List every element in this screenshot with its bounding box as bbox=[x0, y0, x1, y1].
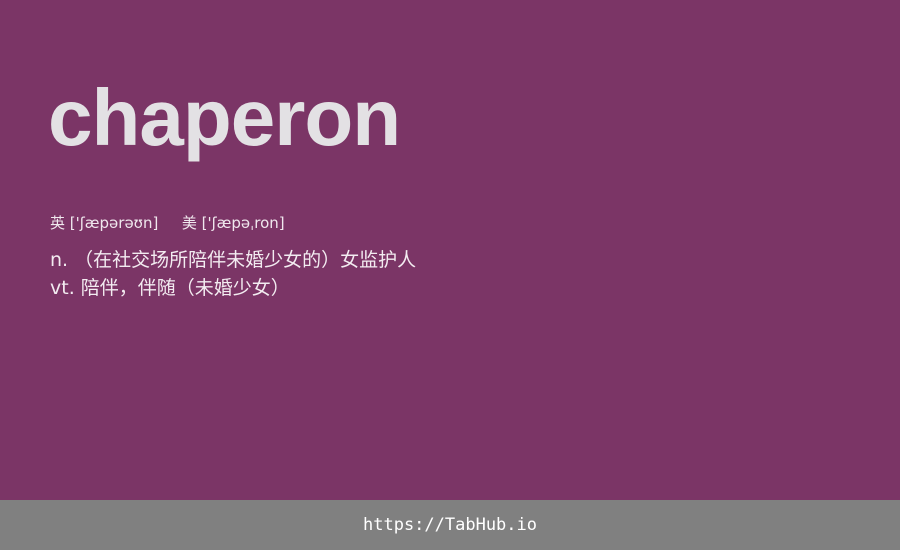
definition-line: vt. 陪伴，伴随（未婚少女） bbox=[50, 277, 290, 299]
uk-phonetic-label: 英 bbox=[50, 214, 66, 232]
headword: chaperon bbox=[48, 73, 401, 162]
footer-link[interactable]: https://TabHub.io bbox=[363, 515, 537, 535]
us-phonetic: ['ʃæpəˌron] bbox=[201, 214, 285, 232]
definitions: n. （在社交场所陪伴未婚少女的）女监护人 vt. 陪伴，伴随（未婚少女） bbox=[50, 246, 416, 302]
definition-line: n. （在社交场所陪伴未婚少女的）女监护人 bbox=[50, 249, 417, 271]
word-card: chaperon 英 ['ʃæpərəʊn] 美 ['ʃæpəˌron] n. … bbox=[0, 0, 900, 500]
us-phonetic-label: 美 bbox=[181, 214, 197, 232]
uk-phonetic: ['ʃæpərəʊn] bbox=[69, 214, 159, 232]
footer-bar: https://TabHub.io bbox=[0, 500, 900, 550]
phonetics: 英 ['ʃæpərəʊn] 美 ['ʃæpəˌron] bbox=[50, 212, 285, 234]
